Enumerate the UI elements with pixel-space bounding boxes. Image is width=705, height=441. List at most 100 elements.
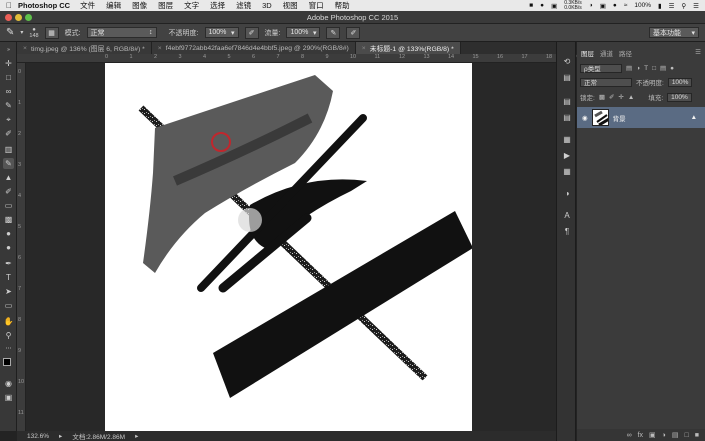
quick-mask-icon[interactable]: ◉ bbox=[3, 378, 14, 389]
status-icon-1[interactable]: ■ bbox=[529, 2, 533, 9]
fill-input[interactable]: 100% bbox=[667, 92, 692, 102]
eyedropper-tool-icon[interactable]: ✐ bbox=[3, 128, 14, 139]
marquee-tool-icon[interactable]: □ bbox=[3, 72, 14, 83]
collapse-toolbox-icon[interactable]: » bbox=[3, 45, 14, 56]
actions-icon[interactable]: ▶ bbox=[561, 150, 573, 162]
lock-all-icon[interactable]: ▲ bbox=[628, 94, 634, 101]
pressure-opacity-button[interactable]: ✐ bbox=[244, 26, 259, 39]
vertical-ruler[interactable]: 0 1 2 3 4 5 6 7 8 9 10 11 bbox=[17, 63, 26, 431]
tab-layers[interactable]: 图层 bbox=[581, 48, 594, 59]
mode-select[interactable]: 正常 ↕ bbox=[86, 27, 157, 38]
app-name-menu[interactable]: Photoshop CC bbox=[18, 1, 70, 10]
pen-tool-icon[interactable]: ✒ bbox=[3, 258, 14, 269]
adjustments-icon[interactable]: ▤ bbox=[561, 72, 573, 84]
color-icon[interactable]: ◑ bbox=[561, 188, 573, 200]
minimize-window-button[interactable] bbox=[15, 14, 22, 21]
search-icon[interactable]: ⚲ bbox=[681, 2, 686, 10]
status-icon-5[interactable]: ● bbox=[613, 2, 617, 9]
hand-tool-icon[interactable]: ✋ bbox=[3, 316, 14, 327]
close-window-button[interactable] bbox=[5, 14, 12, 21]
link-layers-icon[interactable]: ∞ bbox=[627, 432, 632, 439]
clone-stamp-tool-icon[interactable]: ▲ bbox=[3, 172, 14, 183]
blur-tool-icon[interactable]: ● bbox=[3, 228, 14, 239]
channels-icon[interactable]: ▦ bbox=[561, 166, 573, 178]
new-group-icon[interactable]: ▤ bbox=[672, 431, 679, 439]
zoom-level[interactable]: 132.6% bbox=[27, 433, 49, 440]
canvas-workspace[interactable] bbox=[26, 63, 556, 431]
brush-preset-picker[interactable]: ● 148 bbox=[29, 27, 38, 39]
properties-icon[interactable]: ▤ bbox=[561, 96, 573, 108]
flow-input[interactable]: 100% ▾ bbox=[286, 27, 321, 38]
menu-window[interactable]: 窗口 bbox=[309, 0, 324, 11]
zoom-window-button[interactable] bbox=[25, 14, 32, 21]
screen-mode-icon[interactable]: ▣ bbox=[3, 392, 14, 403]
close-tab-icon[interactable]: × bbox=[362, 45, 366, 52]
layer-opacity-input[interactable]: 100% bbox=[667, 77, 693, 87]
airbrush-button[interactable]: ✎ bbox=[326, 26, 341, 39]
wechat-icon[interactable]: ● bbox=[540, 2, 544, 9]
tab-channels[interactable]: 通道 bbox=[600, 48, 613, 59]
fx-icon[interactable]: fx bbox=[638, 432, 643, 439]
document-tab[interactable]: × timg.jpeg @ 136% (图层 6, RGB/8#) * bbox=[17, 42, 152, 54]
lasso-tool-icon[interactable]: ∞ bbox=[3, 86, 14, 97]
filter-adjust-icon[interactable]: ◑ bbox=[636, 65, 640, 72]
menu-edit[interactable]: 编辑 bbox=[106, 0, 121, 11]
workspace-switcher[interactable]: 基本功能 ▾ bbox=[649, 27, 699, 38]
horizontal-ruler[interactable]: 01234567891011121314151617181920 bbox=[17, 54, 601, 63]
lock-pixels-icon[interactable]: ▩ bbox=[599, 93, 605, 101]
path-select-tool-icon[interactable]: ➤ bbox=[3, 286, 14, 297]
brush-tool-icon[interactable]: ✎ bbox=[6, 27, 14, 38]
menu-layer[interactable]: 图层 bbox=[158, 0, 173, 11]
zoom-tool-icon[interactable]: ⚲ bbox=[3, 330, 14, 341]
panel-menu-icon[interactable]: ☰ bbox=[695, 48, 701, 59]
filter-pixel-icon[interactable]: ▤ bbox=[626, 64, 632, 72]
status-icon-4[interactable]: ▣ bbox=[600, 2, 606, 10]
dodge-tool-icon[interactable]: ● bbox=[3, 242, 14, 253]
crop-tool-icon[interactable]: ⌖ bbox=[3, 114, 14, 125]
filter-type-icon[interactable]: T bbox=[644, 65, 648, 72]
pressure-size-button[interactable]: ✐ bbox=[346, 26, 361, 39]
export-icon[interactable]: ▸ bbox=[59, 432, 62, 440]
wifi-icon[interactable]: ≈ bbox=[624, 2, 628, 9]
history-brush-tool-icon[interactable]: ✐ bbox=[3, 186, 14, 197]
filter-shape-icon[interactable]: □ bbox=[652, 65, 656, 72]
menu-filter[interactable]: 滤镜 bbox=[236, 0, 251, 11]
info-icon[interactable]: ▤ bbox=[561, 112, 573, 124]
layer-row-background[interactable]: ◉ 背景 ▲ bbox=[577, 107, 705, 128]
more-tools-icon[interactable]: ⋯ bbox=[3, 344, 14, 355]
character-icon[interactable]: A bbox=[561, 210, 573, 222]
document-tab-active[interactable]: × 未标题-1 @ 133%(RGB/8) * bbox=[355, 42, 461, 54]
filter-smart-icon[interactable]: ▤ bbox=[660, 64, 666, 72]
menu-image[interactable]: 图像 bbox=[132, 0, 147, 11]
menu-select[interactable]: 选择 bbox=[210, 0, 225, 11]
paragraph-icon[interactable]: ¶ bbox=[561, 226, 573, 238]
status-icon-2[interactable]: ▣ bbox=[551, 2, 557, 10]
healing-brush-tool-icon[interactable]: ▥ bbox=[3, 144, 14, 155]
filter-toggle-icon[interactable]: ● bbox=[670, 65, 674, 72]
tab-paths[interactable]: 路径 bbox=[619, 48, 632, 59]
lock-paint-icon[interactable]: ✐ bbox=[609, 93, 614, 101]
blend-mode-select[interactable]: 正常 bbox=[580, 77, 632, 87]
eye-icon[interactable]: ◉ bbox=[582, 114, 588, 122]
quick-select-tool-icon[interactable]: ✎ bbox=[3, 100, 14, 111]
status-menu-icon[interactable]: ▸ bbox=[135, 432, 138, 440]
eraser-tool-icon[interactable]: ▭ bbox=[3, 200, 14, 211]
add-mask-icon[interactable]: ▣ bbox=[649, 431, 656, 439]
close-tab-icon[interactable]: × bbox=[23, 45, 27, 52]
layer-filter-select[interactable]: ρ类型 bbox=[580, 63, 622, 73]
history-icon[interactable]: ⟲ bbox=[561, 56, 573, 68]
rectangle-tool-icon[interactable]: ▭ bbox=[3, 300, 14, 311]
menu-file[interactable]: 文件 bbox=[80, 0, 95, 11]
foreground-color-swatch[interactable] bbox=[3, 358, 11, 366]
apple-icon[interactable]:  bbox=[0, 1, 18, 10]
menu-view[interactable]: 视图 bbox=[283, 0, 298, 11]
type-tool-icon[interactable]: T bbox=[3, 272, 14, 283]
adjustment-layer-icon[interactable]: ◑ bbox=[662, 432, 666, 439]
tool-preset-dropdown-icon[interactable]: ▾ bbox=[20, 29, 23, 36]
move-tool-icon[interactable]: ✛ bbox=[3, 58, 14, 69]
document-canvas[interactable] bbox=[105, 63, 472, 431]
battery-icon[interactable]: ▮ bbox=[658, 2, 662, 10]
document-tab[interactable]: × f4ebf9772abb42faa6ef7846d4e4bbf5.jpeg … bbox=[151, 42, 356, 54]
new-layer-icon[interactable]: □ bbox=[685, 432, 689, 439]
close-tab-icon[interactable]: × bbox=[158, 45, 162, 52]
